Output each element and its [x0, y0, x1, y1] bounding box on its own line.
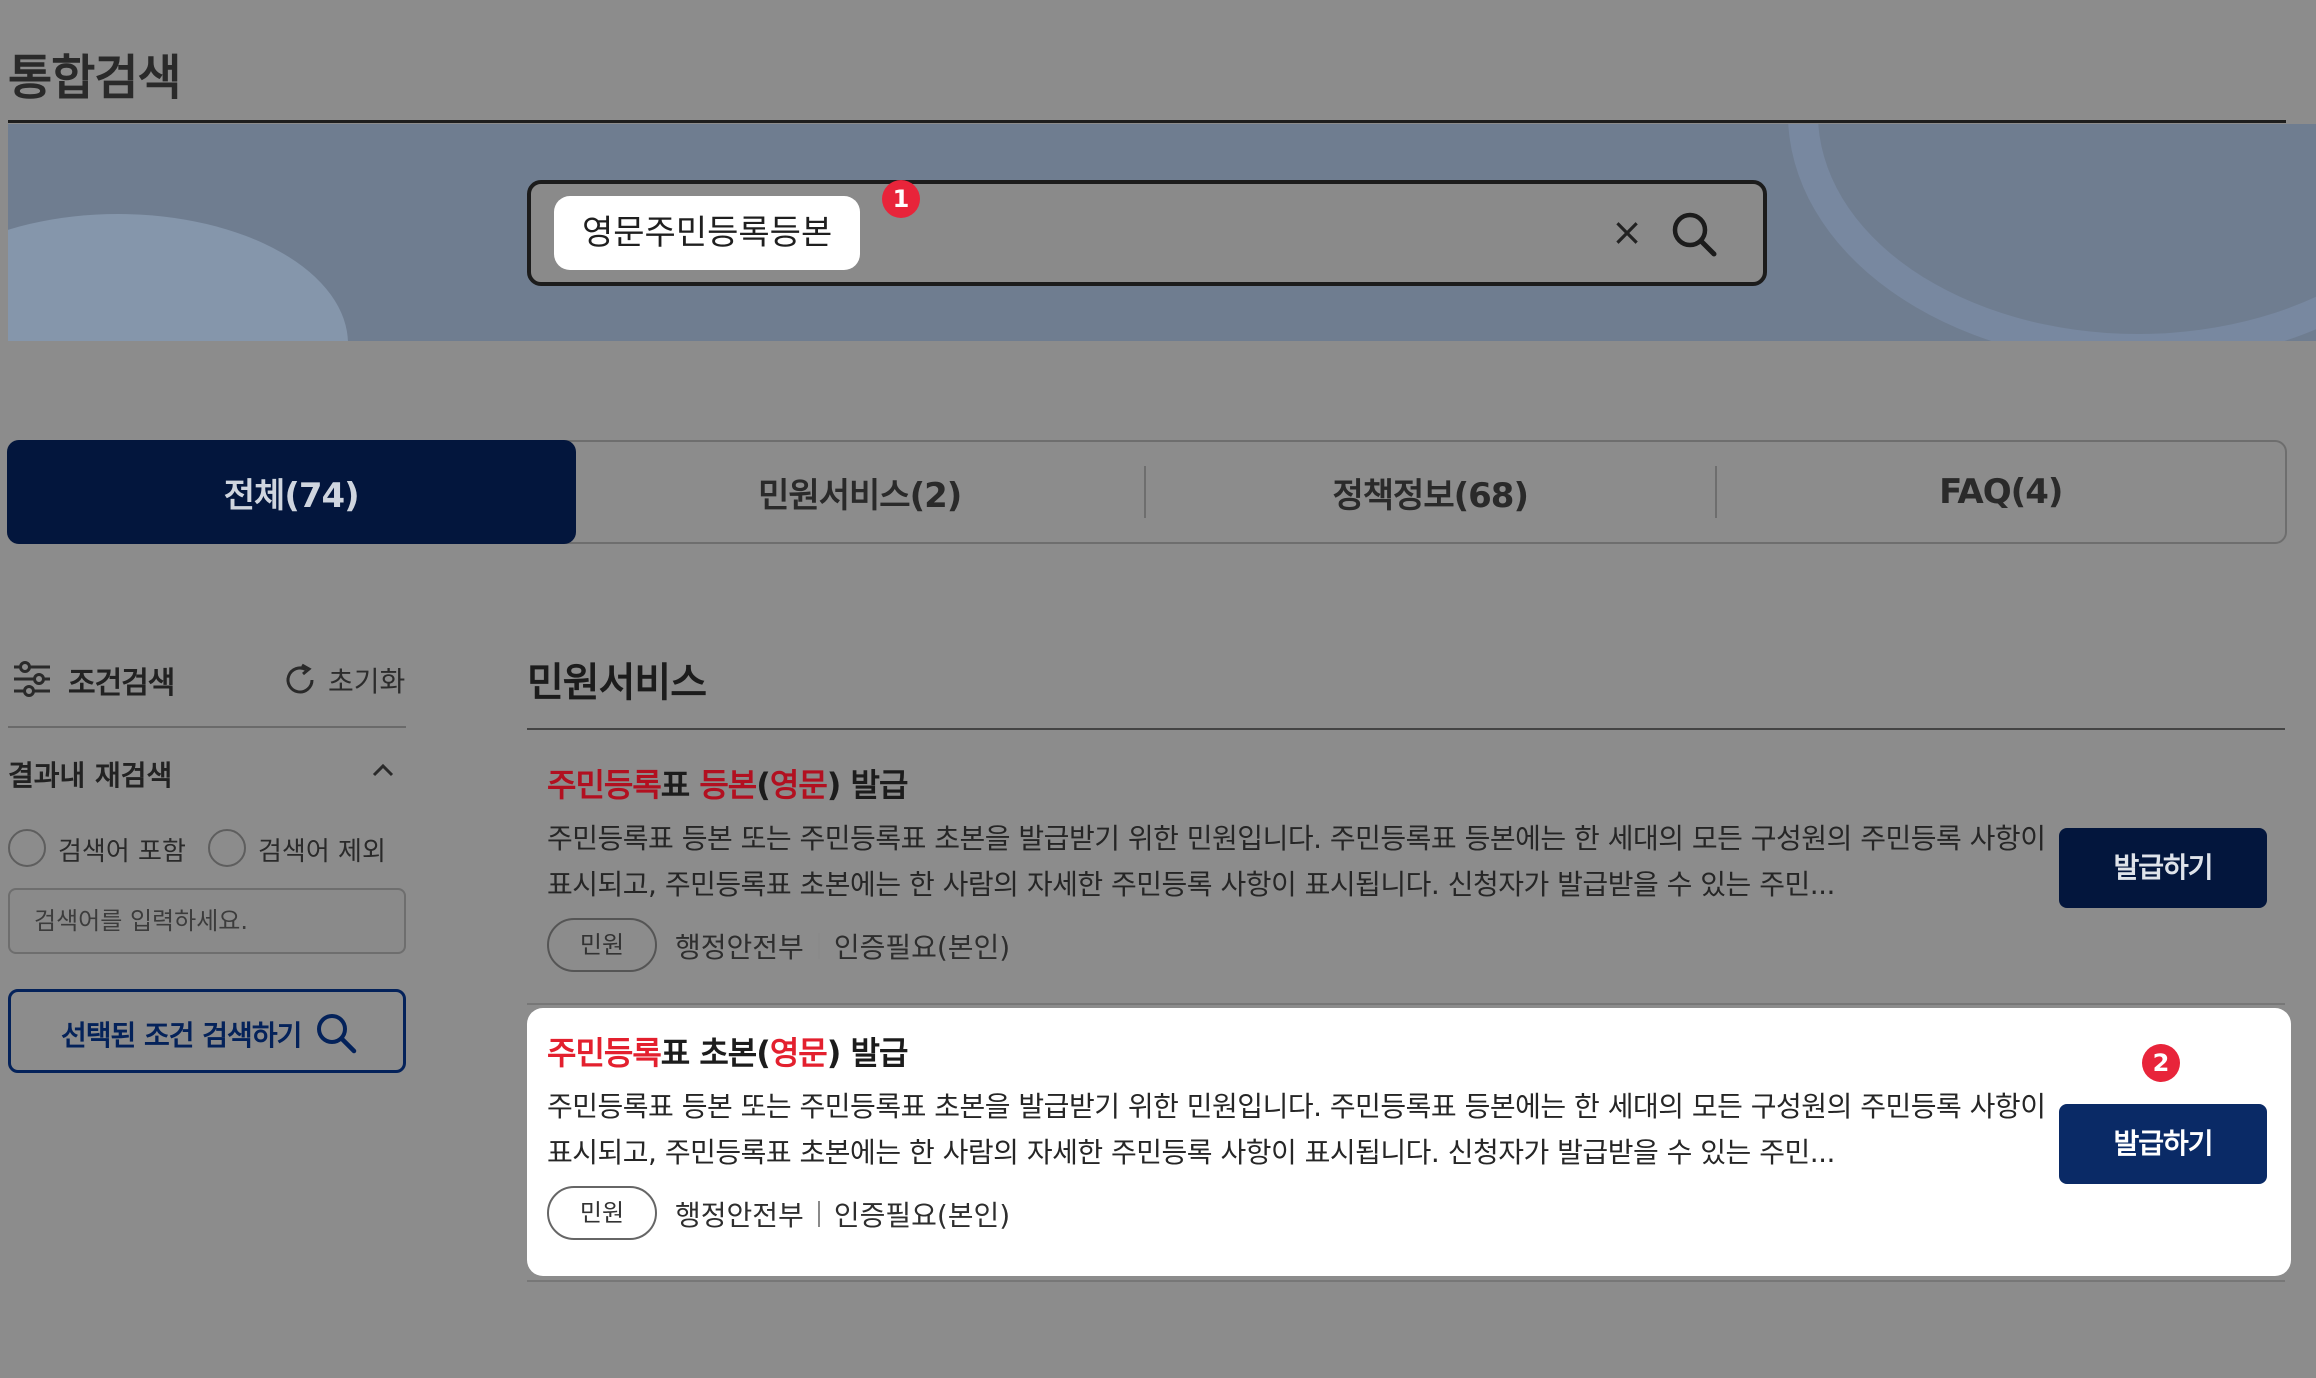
result-description: 주민등록표 등본 또는 주민등록표 초본을 발급받기 위한 민원입니다. 주민등… — [547, 822, 2046, 901]
search-conditions-button[interactable]: 선택된 조건 검색하기 — [8, 989, 406, 1073]
title-text: 표 — [660, 766, 700, 804]
refine-search-input[interactable] — [8, 888, 406, 954]
page-title: 통합검색 — [8, 50, 182, 106]
tab-faq[interactable]: FAQ(4) — [1717, 442, 2286, 542]
search-icon[interactable] — [1668, 208, 1720, 260]
filter-header: 조건검색 초기화 — [8, 656, 408, 701]
exclude-keyword-label: 검색어 제외 — [258, 837, 386, 867]
title-text: 표 초본( — [660, 1034, 771, 1072]
hero-decoration — [1788, 124, 2316, 341]
exclude-keyword-radio[interactable] — [208, 829, 246, 867]
search-conditions-label: 선택된 조건 검색하기 — [61, 1019, 302, 1052]
meta-divider — [817, 933, 820, 959]
meta-divider — [817, 1201, 820, 1227]
title-highlight: 주민등록 — [547, 766, 662, 804]
auth-label: 인증필요(본인) — [833, 931, 1011, 964]
result-item: 주민등록표 등본(영문) 발급 주민등록표 등본 또는 주민등록표 초본을 발급… — [527, 740, 2291, 1008]
auth-label: 인증필요(본인) — [833, 1199, 1011, 1232]
department-label: 행정안전부 — [675, 931, 804, 964]
search-icon — [317, 1014, 357, 1054]
chevron-up-icon[interactable] — [368, 756, 398, 786]
title-highlight: 주민등록 — [547, 1034, 662, 1072]
result-meta: 행정안전부 인증필요(본인) — [675, 1194, 1010, 1234]
category-badge: 민원 — [547, 918, 657, 972]
search-query-text[interactable]: 영문주민등록등본 — [554, 196, 861, 270]
result-tabs: 전체(74) 민원서비스(2) 정책정보(68) FAQ(4) — [7, 440, 2287, 544]
step-badge-2: 2 — [2142, 1044, 2180, 1082]
close-icon[interactable]: × — [1610, 212, 1644, 252]
tab-all[interactable]: 전체(74) — [7, 440, 576, 544]
issue-button[interactable]: 발급하기 — [2059, 828, 2267, 908]
step-badge-1: 1 — [882, 180, 920, 218]
result-item: 주민등록표 초본(영문) 발급 주민등록표 등본 또는 주민등록표 초본을 발급… — [527, 1008, 2291, 1276]
issue-button[interactable]: 발급하기 — [2059, 1104, 2267, 1184]
title-text: ( — [756, 766, 771, 804]
result-divider — [527, 1280, 2285, 1282]
tab-policy-info[interactable]: 정책정보(68) — [1146, 442, 1715, 542]
refresh-icon[interactable] — [282, 662, 318, 698]
title-text: ) 발급 — [826, 766, 909, 804]
title-highlight: 영문 — [769, 1034, 828, 1072]
result-meta: 행정안전부 인증필요(본인) — [675, 926, 1010, 966]
tab-civil-services[interactable]: 민원서비스(2) — [576, 442, 1145, 542]
title-highlight: 영문 — [769, 766, 828, 804]
refine-search-label: 결과내 재검색 — [8, 759, 173, 792]
include-keyword-label: 검색어 포함 — [58, 837, 186, 867]
include-keyword-radio[interactable] — [8, 829, 46, 867]
section-title: 민원서비스 — [527, 660, 707, 706]
reset-button[interactable]: 초기화 — [328, 660, 405, 700]
hero-decoration — [8, 214, 348, 341]
department-label: 행정안전부 — [675, 1199, 804, 1232]
result-title-link[interactable]: 주민등록표 초본(영문) 발급 — [547, 1028, 909, 1074]
category-badge: 민원 — [547, 1186, 657, 1240]
title-highlight: 등본 — [699, 766, 757, 804]
result-description: 주민등록표 등본 또는 주민등록표 초본을 발급받기 위한 민원입니다. 주민등… — [547, 1090, 2046, 1169]
filter-divider — [8, 726, 406, 728]
result-title-link[interactable]: 주민등록표 등본(영문) 발급 — [547, 760, 909, 806]
sliders-icon — [14, 661, 50, 697]
filter-title: 조건검색 — [68, 666, 175, 701]
result-divider — [527, 1003, 2285, 1005]
title-text: ) 발급 — [826, 1034, 909, 1072]
title-divider — [8, 120, 2286, 123]
section-divider — [527, 728, 2285, 730]
